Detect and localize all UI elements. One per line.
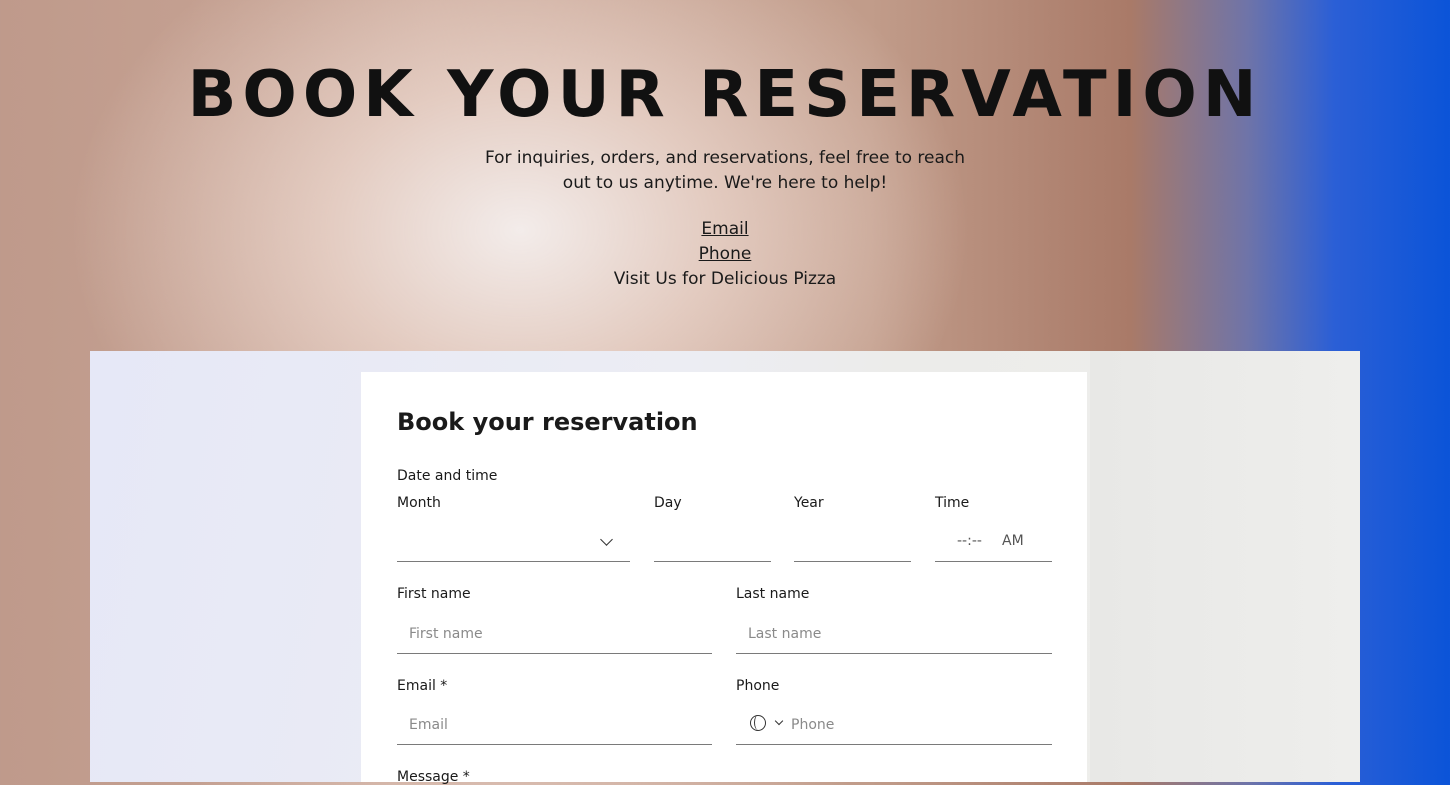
message-label: Message *	[397, 769, 470, 785]
contact-links: Email Phone Visit Us for Delicious Pizza	[0, 217, 1450, 292]
reservation-form: Book your reservation Date and time Mont…	[361, 372, 1087, 785]
date-time-label: Date and time	[397, 468, 498, 484]
last-name-label: Last name	[736, 586, 810, 602]
phone-label: Phone	[736, 678, 780, 694]
background-shade	[1090, 351, 1360, 782]
time-label: Time	[935, 495, 970, 511]
month-select[interactable]	[397, 522, 630, 562]
email-link[interactable]: Email	[0, 217, 1450, 242]
last-name-placeholder: Last name	[748, 626, 822, 642]
visit-text: Visit Us for Delicious Pizza	[613, 269, 837, 289]
time-input[interactable]: --:-- AM	[935, 522, 1052, 562]
hero-description: For inquiries, orders, and reservations,…	[484, 148, 966, 193]
last-name-input[interactable]: Last name	[736, 614, 1052, 654]
globe-icon[interactable]	[750, 715, 766, 731]
chevron-down-icon[interactable]	[774, 716, 784, 726]
chevron-down-icon	[600, 533, 613, 546]
form-title: Book your reservation	[397, 408, 698, 436]
email-placeholder: Email	[409, 717, 448, 733]
time-value: --:--	[957, 533, 982, 549]
first-name-label: First name	[397, 586, 471, 602]
email-label: Email *	[397, 678, 448, 694]
year-label: Year	[794, 495, 824, 511]
hero-title: BOOK YOUR RESERVATION	[187, 58, 1263, 132]
day-input[interactable]	[654, 522, 771, 562]
day-label: Day	[654, 495, 682, 511]
first-name-input[interactable]: First name	[397, 614, 712, 654]
phone-input[interactable]: Phone	[736, 705, 1052, 745]
email-input[interactable]: Email	[397, 705, 712, 745]
month-label: Month	[397, 495, 441, 511]
first-name-placeholder: First name	[409, 626, 483, 642]
year-input[interactable]	[794, 522, 911, 562]
phone-link[interactable]: Phone	[0, 242, 1450, 267]
phone-placeholder: Phone	[791, 717, 835, 733]
time-period: AM	[1002, 533, 1024, 549]
